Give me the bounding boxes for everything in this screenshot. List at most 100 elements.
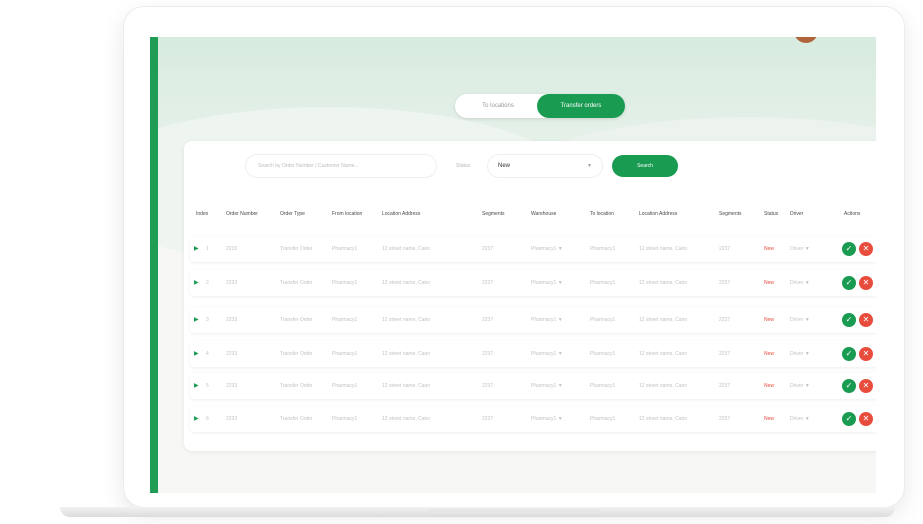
status-filter-select[interactable]: New ▼ [488,155,602,177]
table-header: Index Order Number Order Type From locat… [184,211,876,223]
play-arrow-icon[interactable]: ▶ [194,270,199,296]
check-circle-icon[interactable]: ✓ [842,276,856,290]
status-filter-value: New [498,163,511,169]
cell-warehouse: Pharmacy1 [531,280,557,286]
cell-location-address: 12 street name, Cairo [382,351,431,357]
search-button[interactable]: Search [612,155,678,177]
close-circle-icon[interactable]: ✕ [859,347,873,361]
chevron-down-icon: ▼ [804,246,810,252]
cell-order-type: Transfer Order [280,351,313,357]
cell-location-address: 12 street name, Cairo [639,416,688,422]
driver-select[interactable]: Driver ▼ [790,270,810,296]
cell-segments: 2237 [719,383,731,389]
cell-from-location: Pharmacy1 [332,246,358,252]
driver-select[interactable]: Driver ▼ [790,236,810,262]
cell-to-location: Pharmacy1 [590,383,616,389]
column-header: Warehouse [531,211,557,217]
tab-to-locations[interactable]: To locations [461,94,535,118]
search-input[interactable]: Search by Order Number / Customer Name..… [246,155,436,177]
cell-driver: Driver [790,416,804,422]
cell-index: 2 [206,280,209,286]
table-row[interactable]: ▶ 1 2233 Transfer Order Pharmacy1 12 str… [190,236,876,262]
cell-segments: 2237 [482,246,494,252]
status-badge: New [764,351,775,357]
check-circle-icon[interactable]: ✓ [842,379,856,393]
column-header: Order Type [280,211,305,217]
play-arrow-icon[interactable]: ▶ [194,406,199,432]
column-header: Order Number [226,211,258,217]
play-arrow-icon[interactable]: ▶ [194,307,199,333]
cell-segments: 2237 [482,416,494,422]
driver-select[interactable]: Driver ▼ [790,373,810,399]
cell-segments: 2237 [719,280,731,286]
cell-driver: Driver [790,317,804,323]
cell-driver: Driver [790,383,804,389]
cell-order-number: 2233 [226,280,238,286]
column-header: To location [590,211,614,217]
cell-segments: 2237 [482,280,494,286]
table-row[interactable]: ▶ 4 2233 Transfer Order Pharmacy1 12 str… [190,341,876,367]
cell-segments: 2237 [482,383,494,389]
driver-select[interactable]: Driver ▼ [790,307,810,333]
table-row[interactable]: ▶ 5 2233 Transfer Order Pharmacy1 12 str… [190,373,876,399]
cell-driver: Driver [790,351,804,357]
chevron-down-icon: ▼ [557,383,563,389]
chevron-down-icon: ▼ [804,383,810,389]
warehouse-select[interactable]: Pharmacy1 ▼ [531,341,563,367]
orders-card: Search by Order Number / Customer Name..… [184,141,876,451]
cell-order-type: Transfer Order [280,383,313,389]
laptop-notch [430,509,600,513]
cell-warehouse: Pharmacy1 [531,416,557,422]
chevron-down-icon: ▼ [804,317,810,323]
cell-index: 3 [206,317,209,323]
cell-order-number: 2233 [226,351,238,357]
cell-from-location: Pharmacy1 [332,317,358,323]
close-circle-icon[interactable]: ✕ [859,412,873,426]
cell-to-location: Pharmacy1 [590,280,616,286]
check-circle-icon[interactable]: ✓ [842,412,856,426]
cell-segments: 2237 [719,246,731,252]
cell-from-location: Pharmacy1 [332,416,358,422]
chevron-down-icon: ▼ [557,246,563,252]
cell-order-type: Transfer Order [280,416,313,422]
cell-from-location: Pharmacy1 [332,383,358,389]
cell-segments: 2237 [482,317,494,323]
app-screen: To locations Transfer orders Search by O… [150,37,876,493]
cell-location-address: 12 street name, Cairo [639,317,688,323]
check-circle-icon[interactable]: ✓ [842,313,856,327]
cell-warehouse: Pharmacy1 [531,246,557,252]
cell-segments: 2237 [719,317,731,323]
table-row[interactable]: ▶ 3 2233 Transfer Order Pharmacy1 12 str… [190,307,876,333]
close-circle-icon[interactable]: ✕ [859,242,873,256]
check-circle-icon[interactable]: ✓ [842,242,856,256]
warehouse-select[interactable]: Pharmacy1 ▼ [531,307,563,333]
status-badge: New [764,416,775,422]
play-arrow-icon[interactable]: ▶ [194,341,199,367]
play-arrow-icon[interactable]: ▶ [194,373,199,399]
warehouse-select[interactable]: Pharmacy1 ▼ [531,270,563,296]
cell-order-type: Transfer Order [280,317,313,323]
warehouse-select[interactable]: Pharmacy1 ▼ [531,406,563,432]
table-row[interactable]: ▶ 2 2233 Transfer Order Pharmacy1 12 str… [190,270,876,296]
column-header: Location Address [382,211,421,217]
close-circle-icon[interactable]: ✕ [859,313,873,327]
warehouse-select[interactable]: Pharmacy1 ▼ [531,236,563,262]
chevron-down-icon: ▼ [557,416,563,422]
chevron-down-icon: ▼ [804,351,810,357]
close-circle-icon[interactable]: ✕ [859,276,873,290]
cell-to-location: Pharmacy1 [590,317,616,323]
play-arrow-icon[interactable]: ▶ [194,236,199,262]
tab-transfer-orders[interactable]: Transfer orders [537,94,625,118]
driver-select[interactable]: Driver ▼ [790,406,810,432]
column-header: Location Address [639,211,678,217]
cell-order-type: Transfer Order [280,280,313,286]
cell-order-number: 2233 [226,416,238,422]
status-badge: New [764,280,775,286]
warehouse-select[interactable]: Pharmacy1 ▼ [531,373,563,399]
cell-from-location: Pharmacy1 [332,351,358,357]
driver-select[interactable]: Driver ▼ [790,341,810,367]
close-circle-icon[interactable]: ✕ [859,379,873,393]
table-row[interactable]: ▶ 6 2233 Transfer Order Pharmacy1 12 str… [190,406,876,432]
cell-location-address: 12 street name, Cairo [382,416,431,422]
check-circle-icon[interactable]: ✓ [842,347,856,361]
